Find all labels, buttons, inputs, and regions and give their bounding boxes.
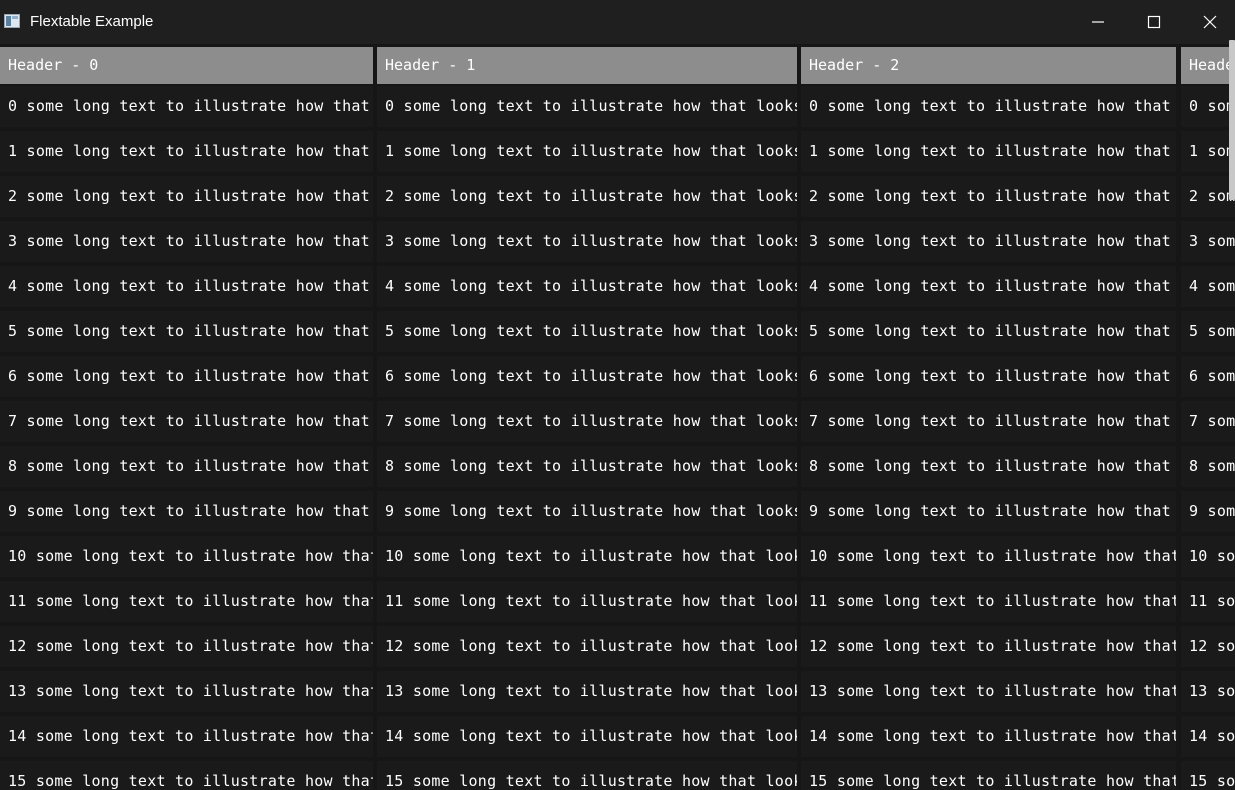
table-cell[interactable]: 0 some long text to illustrate how that … bbox=[377, 86, 797, 127]
column-header[interactable]: Header - 3 bbox=[1181, 47, 1235, 84]
window-title: Flextable Example bbox=[30, 13, 154, 30]
table-cell[interactable]: 11 some long text to illustrate how that… bbox=[0, 581, 373, 622]
table-cell[interactable]: 10 some long text to illustrate how that… bbox=[801, 536, 1176, 577]
table-cell[interactable]: 12 some long text to illustrate how that… bbox=[0, 626, 373, 667]
table-cell[interactable]: 3 some long text to illustrate how that … bbox=[801, 221, 1176, 262]
table-cell[interactable]: 2 some long text to illustrate how that … bbox=[377, 176, 797, 217]
table-cell[interactable]: 6 some long text to illustrate how that … bbox=[0, 356, 373, 397]
table-cell[interactable]: 4 some long text to illustrate how that … bbox=[1181, 266, 1235, 307]
column-header[interactable]: Header - 0 bbox=[0, 47, 373, 84]
maximize-icon bbox=[1147, 15, 1161, 29]
table-cell[interactable]: 9 some long text to illustrate how that … bbox=[1181, 491, 1235, 532]
flex-table[interactable]: Header - 0Header - 1Header - 2Header - 3… bbox=[0, 44, 1235, 790]
table-cell[interactable]: 15 some long text to illustrate how that… bbox=[0, 761, 373, 790]
table-cell[interactable]: 14 some long text to illustrate how that… bbox=[801, 716, 1176, 757]
table-cell[interactable]: 9 some long text to illustrate how that … bbox=[801, 491, 1176, 532]
close-icon bbox=[1203, 15, 1217, 29]
table-cell[interactable]: 3 some long text to illustrate how that … bbox=[377, 221, 797, 262]
table-cell[interactable]: 12 some long text to illustrate how that… bbox=[1181, 626, 1235, 667]
table-cell[interactable]: 13 some long text to illustrate how that… bbox=[1181, 671, 1235, 712]
table-cell[interactable]: 10 some long text to illustrate how that… bbox=[0, 536, 373, 577]
column-header[interactable]: Header - 2 bbox=[801, 47, 1176, 84]
table-cell[interactable]: 6 some long text to illustrate how that … bbox=[377, 356, 797, 397]
table-cell[interactable]: 4 some long text to illustrate how that … bbox=[0, 266, 373, 307]
table-cell[interactable]: 12 some long text to illustrate how that… bbox=[377, 626, 797, 667]
vertical-scrollbar[interactable] bbox=[1229, 40, 1235, 200]
minimize-button[interactable] bbox=[1070, 0, 1126, 44]
table-cell[interactable]: 5 some long text to illustrate how that … bbox=[0, 311, 373, 352]
app-icon bbox=[4, 14, 20, 28]
table-cell[interactable]: 14 some long text to illustrate how that… bbox=[0, 716, 373, 757]
table-cell[interactable]: 7 some long text to illustrate how that … bbox=[801, 401, 1176, 442]
close-button[interactable] bbox=[1182, 0, 1235, 44]
table-cell[interactable]: 3 some long text to illustrate how that … bbox=[0, 221, 373, 262]
table-cell[interactable]: 0 some long text to illustrate how that … bbox=[0, 86, 373, 127]
table-cell[interactable]: 5 some long text to illustrate how that … bbox=[1181, 311, 1235, 352]
table-cell[interactable]: 14 some long text to illustrate how that… bbox=[377, 716, 797, 757]
table-cell[interactable]: 3 some long text to illustrate how that … bbox=[1181, 221, 1235, 262]
table-cell[interactable]: 2 some long text to illustrate how that … bbox=[1181, 176, 1235, 217]
minimize-icon bbox=[1092, 21, 1104, 23]
table-cell[interactable]: 8 some long text to illustrate how that … bbox=[377, 446, 797, 487]
table-cell[interactable]: 7 some long text to illustrate how that … bbox=[0, 401, 373, 442]
table-cell[interactable]: 0 some long text to illustrate how that … bbox=[801, 86, 1176, 127]
table-cell[interactable]: 8 some long text to illustrate how that … bbox=[1181, 446, 1235, 487]
table-cell[interactable]: 8 some long text to illustrate how that … bbox=[801, 446, 1176, 487]
table-cell[interactable]: 7 some long text to illustrate how that … bbox=[1181, 401, 1235, 442]
table-cell[interactable]: 11 some long text to illustrate how that… bbox=[377, 581, 797, 622]
table-cell[interactable]: 12 some long text to illustrate how that… bbox=[801, 626, 1176, 667]
table-cell[interactable]: 15 some long text to illustrate how that… bbox=[801, 761, 1176, 790]
table-cell[interactable]: 5 some long text to illustrate how that … bbox=[801, 311, 1176, 352]
table-cell[interactable]: 11 some long text to illustrate how that… bbox=[801, 581, 1176, 622]
table-cell[interactable]: 2 some long text to illustrate how that … bbox=[0, 176, 373, 217]
table-cell[interactable]: 0 some long text to illustrate how that … bbox=[1181, 86, 1235, 127]
table-cell[interactable]: 8 some long text to illustrate how that … bbox=[0, 446, 373, 487]
table-cell[interactable]: 15 some long text to illustrate how that… bbox=[377, 761, 797, 790]
table-cell[interactable]: 15 some long text to illustrate how that… bbox=[1181, 761, 1235, 790]
table-cell[interactable]: 6 some long text to illustrate how that … bbox=[1181, 356, 1235, 397]
app-window: Flextable Example Header - 0 Header - 1 He… bbox=[0, 0, 1235, 790]
table-cell[interactable]: 1 some long text to illustrate how that … bbox=[0, 131, 373, 172]
table-cell[interactable]: 4 some long text to illustrate how that … bbox=[377, 266, 797, 307]
table-cell[interactable]: 9 some long text to illustrate how that … bbox=[377, 491, 797, 532]
table-cell[interactable]: 5 some long text to illustrate how that … bbox=[377, 311, 797, 352]
table-cell[interactable]: 13 some long text to illustrate how that… bbox=[377, 671, 797, 712]
table-cell[interactable]: 9 some long text to illustrate how that … bbox=[0, 491, 373, 532]
table-cell[interactable]: 14 some long text to illustrate how that… bbox=[1181, 716, 1235, 757]
table-cell[interactable]: 1 some long text to illustrate how that … bbox=[801, 131, 1176, 172]
table-cell[interactable]: 1 some long text to illustrate how that … bbox=[1181, 131, 1235, 172]
table-cell[interactable]: 2 some long text to illustrate how that … bbox=[801, 176, 1176, 217]
table-cell[interactable]: 10 some long text to illustrate how that… bbox=[1181, 536, 1235, 577]
table-cell[interactable]: 10 some long text to illustrate how that… bbox=[377, 536, 797, 577]
table-cell[interactable]: 6 some long text to illustrate how that … bbox=[801, 356, 1176, 397]
table-cell[interactable]: 7 some long text to illustrate how that … bbox=[377, 401, 797, 442]
column-header[interactable]: Header - 1 bbox=[377, 47, 797, 84]
table-cell[interactable]: 1 some long text to illustrate how that … bbox=[377, 131, 797, 172]
table-cell[interactable]: 11 some long text to illustrate how that… bbox=[1181, 581, 1235, 622]
table-cell[interactable]: 13 some long text to illustrate how that… bbox=[801, 671, 1176, 712]
table-cell[interactable]: 13 some long text to illustrate how that… bbox=[0, 671, 373, 712]
title-bar[interactable]: Flextable Example bbox=[0, 0, 1235, 44]
table-cell[interactable]: 4 some long text to illustrate how that … bbox=[801, 266, 1176, 307]
maximize-button[interactable] bbox=[1126, 0, 1182, 44]
